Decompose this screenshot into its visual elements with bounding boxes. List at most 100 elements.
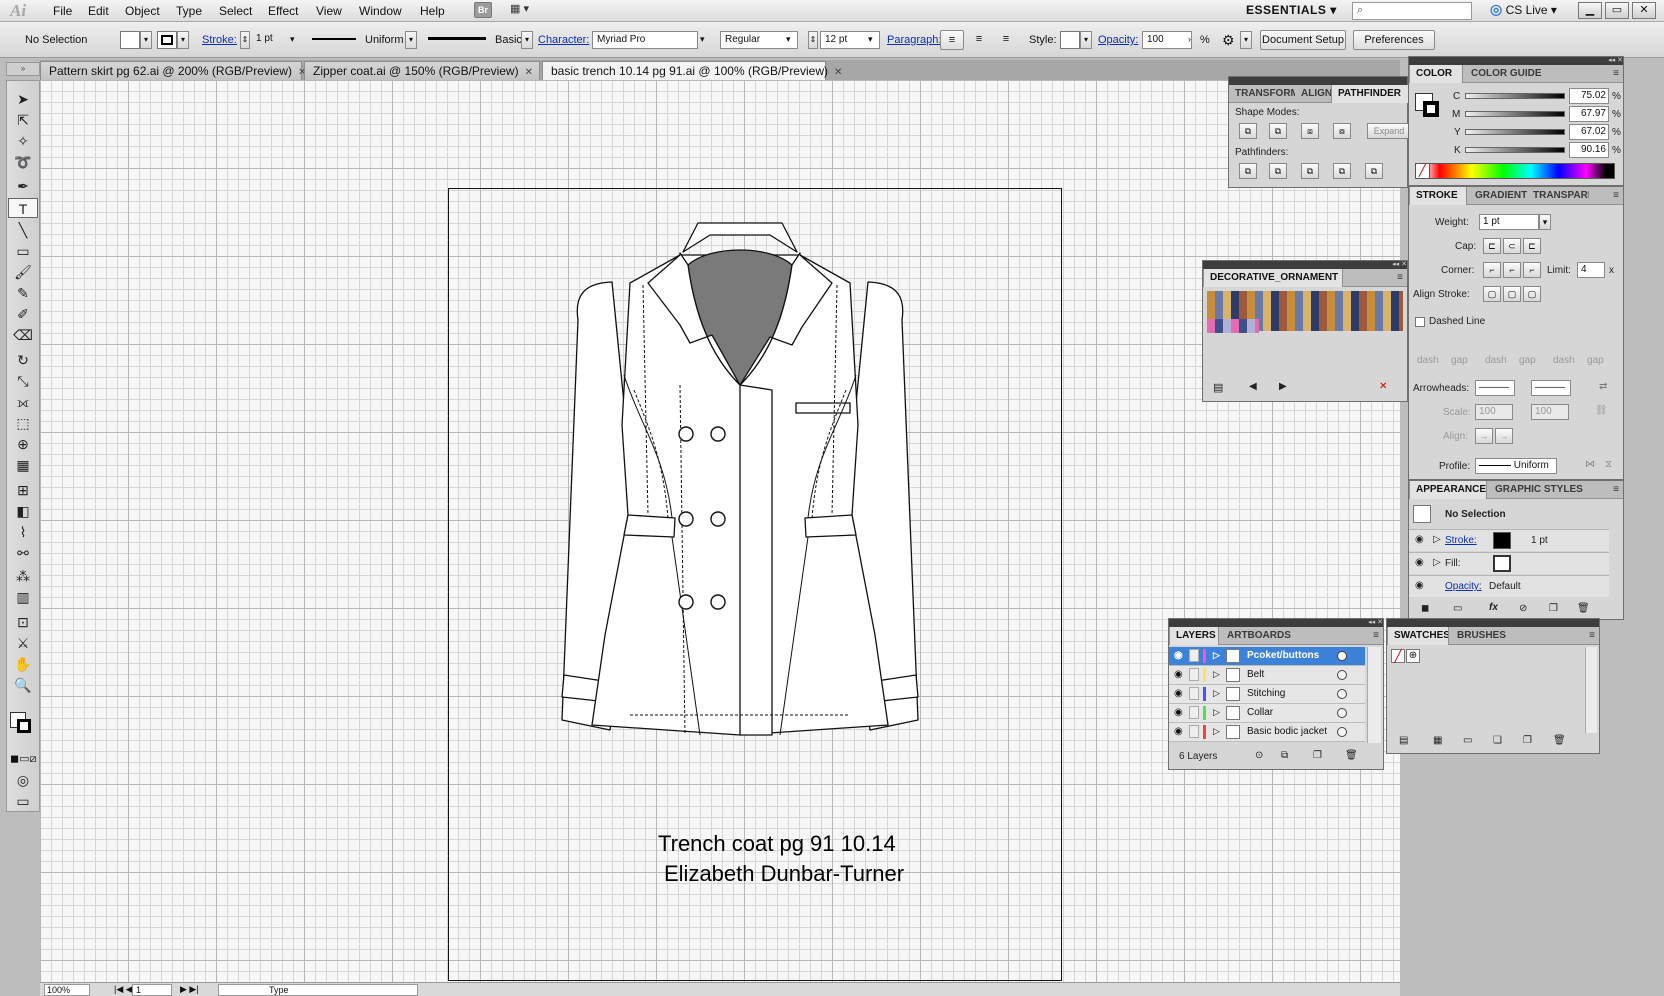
layer-row[interactable]: ◉ ▷ Pcoket/buttons bbox=[1169, 647, 1365, 666]
outline-button[interactable]: ⧉ bbox=[1365, 163, 1383, 179]
show-swatch-kinds-icon[interactable]: ▦ bbox=[1433, 735, 1442, 746]
profile-select[interactable]: Uniform bbox=[1475, 458, 1557, 474]
menu-window[interactable]: Window bbox=[359, 4, 402, 18]
link-scale-icon[interactable]: ⛓ bbox=[1595, 405, 1608, 416]
fill-color-swatch[interactable] bbox=[1493, 555, 1511, 572]
unite-button[interactable]: ⧉ bbox=[1239, 123, 1257, 139]
width-tool-icon[interactable]: ⟗ bbox=[8, 392, 38, 412]
layer-row[interactable]: ◉ ▷ Stitching bbox=[1169, 685, 1365, 704]
add-effect-icon[interactable]: fx bbox=[1489, 602, 1498, 613]
expand-triangle-icon[interactable]: ▷ bbox=[1213, 650, 1220, 661]
layer-row[interactable]: ◉ ▷ Basic bodic jacket bbox=[1169, 723, 1365, 742]
panel-menu-icon[interactable]: ≡ bbox=[1373, 630, 1379, 641]
opacity-panel-link[interactable]: Opacity: bbox=[1098, 34, 1138, 46]
layer-name[interactable]: Pcoket/buttons bbox=[1247, 650, 1319, 661]
chevron-right-icon[interactable]: › bbox=[1188, 34, 1191, 44]
none-color-icon[interactable]: ╱ bbox=[1416, 164, 1430, 178]
close-icon[interactable]: ✕ bbox=[834, 67, 842, 78]
trim-button[interactable]: ⧉ bbox=[1269, 163, 1287, 179]
artboard-navigation[interactable]: |◀ ◀ bbox=[114, 984, 133, 995]
channel-k-slider[interactable] bbox=[1465, 147, 1565, 153]
symbol-sprayer-tool-icon[interactable]: ⁂ bbox=[8, 566, 38, 586]
expand-triangle-icon[interactable]: ▷ bbox=[1433, 557, 1441, 568]
variable-width-profile[interactable]: Uniform bbox=[365, 34, 404, 46]
trash-icon[interactable]: 🗑 bbox=[1577, 603, 1590, 614]
shape-builder-tool-icon[interactable]: ⊕ bbox=[8, 434, 38, 454]
tab-gradient[interactable]: GRADIENT bbox=[1469, 187, 1527, 205]
perspective-grid-tool-icon[interactable]: ▦ bbox=[8, 455, 38, 475]
weight-dropdown[interactable]: ▾ bbox=[1539, 214, 1551, 230]
free-transform-tool-icon[interactable]: ⬚ bbox=[8, 413, 38, 433]
delete-swatch-icon[interactable]: ✕ bbox=[1379, 381, 1387, 392]
maximize-button[interactable]: ▭ bbox=[1605, 2, 1629, 19]
clear-appearance-icon[interactable]: ⊘ bbox=[1519, 603, 1527, 614]
bridge-button[interactable]: Br bbox=[474, 2, 492, 18]
visibility-eye-icon[interactable]: ◉ bbox=[1174, 669, 1183, 680]
close-button[interactable]: ✕ bbox=[1632, 2, 1656, 19]
round-cap-button[interactable]: ⊂ bbox=[1503, 238, 1521, 254]
screen-mode-icon[interactable]: ▭ bbox=[8, 791, 38, 811]
visibility-eye-icon[interactable]: ◉ bbox=[1174, 726, 1183, 737]
channel-m-field[interactable]: 67.97 bbox=[1569, 106, 1609, 122]
tab-graphic-styles[interactable]: GRAPHIC STYLES bbox=[1489, 481, 1589, 499]
pen-tool-icon[interactable]: ✒ bbox=[8, 176, 38, 196]
duplicate-item-icon[interactable]: ❐ bbox=[1549, 603, 1558, 614]
tab-layers[interactable]: LAYERS bbox=[1169, 627, 1219, 645]
lock-toggle[interactable] bbox=[1189, 649, 1199, 662]
exclude-button[interactable]: ⧇ bbox=[1333, 123, 1351, 139]
pencil-tool-icon[interactable]: ✎ bbox=[8, 283, 38, 303]
new-sublayer-icon[interactable]: ❐ bbox=[1313, 750, 1322, 761]
align-left-button[interactable]: ≡ bbox=[940, 30, 964, 50]
isolate-mask-icon[interactable]: ⚙ bbox=[1222, 32, 1235, 49]
artboard-tool-icon[interactable]: ⊡ bbox=[8, 612, 38, 632]
lasso-tool-icon[interactable]: ➰ bbox=[8, 152, 38, 172]
align-center-stroke-button[interactable]: ▢ bbox=[1483, 286, 1501, 302]
clipping-mask-icon[interactable]: ⧉ bbox=[1281, 750, 1288, 761]
swatch-library-icon[interactable]: ▤ bbox=[1399, 735, 1408, 746]
locate-object-icon[interactable]: ⊙ bbox=[1255, 750, 1263, 761]
trench-coat-drawing[interactable] bbox=[540, 215, 940, 780]
character-panel-link[interactable]: Character: bbox=[538, 34, 589, 46]
library-menu-icon[interactable]: ▤ bbox=[1213, 381, 1223, 394]
round-join-button[interactable]: ⌐ bbox=[1503, 262, 1521, 278]
appearance-stroke-row[interactable]: ◉ ▷ Stroke: 1 pt bbox=[1409, 529, 1609, 551]
font-family-field[interactable]: Myriad Pro bbox=[592, 31, 698, 49]
tab-pathfinder[interactable]: PATHFINDER bbox=[1331, 85, 1409, 103]
layer-name[interactable]: Belt bbox=[1247, 669, 1264, 680]
artboard-number-field[interactable]: 1 bbox=[132, 984, 172, 996]
direct-selection-tool-icon[interactable]: ⇱ bbox=[8, 110, 38, 130]
chevron-down-icon[interactable]: ▾ bbox=[786, 34, 791, 45]
hand-tool-icon[interactable]: ✋ bbox=[8, 654, 38, 674]
color-spectrum-bar[interactable] bbox=[1415, 163, 1615, 179]
channel-k-field[interactable]: 90.16 bbox=[1569, 142, 1609, 158]
selection-tool-icon[interactable]: ➤ bbox=[8, 89, 38, 109]
tab-basic-trench[interactable]: basic trench 10.14 pg 91.ai @ 100% (RGB/… bbox=[542, 61, 842, 80]
lock-toggle[interactable] bbox=[1189, 725, 1199, 738]
end-scale-field[interactable]: 100 bbox=[1531, 404, 1569, 420]
merge-button[interactable]: ⧉ bbox=[1301, 163, 1319, 179]
panel-menu-icon[interactable]: ≡ bbox=[1613, 484, 1619, 495]
profile-dropdown[interactable]: ▾ bbox=[405, 31, 417, 49]
chevron-down-icon[interactable]: ▾ bbox=[868, 34, 873, 45]
channel-c-slider[interactable] bbox=[1465, 93, 1565, 99]
layer-target-icon[interactable] bbox=[1337, 670, 1347, 680]
tab-color-guide[interactable]: COLOR GUIDE bbox=[1465, 65, 1549, 83]
brush-definition[interactable]: Basic bbox=[495, 34, 522, 46]
start-scale-field[interactable]: 100 bbox=[1475, 404, 1513, 420]
rotate-tool-icon[interactable]: ↻ bbox=[8, 350, 38, 370]
tab-color[interactable]: COLOR bbox=[1409, 65, 1463, 83]
channel-c-field[interactable]: 75.02 bbox=[1569, 88, 1609, 104]
stroke-color-dropdown[interactable]: ▾ bbox=[177, 31, 189, 49]
flip-across-icon[interactable]: ⧖ bbox=[1605, 459, 1612, 470]
none-swatch[interactable]: ╱ bbox=[1391, 649, 1405, 663]
minimize-button[interactable]: ▁ bbox=[1578, 2, 1602, 19]
layer-name[interactable]: Collar bbox=[1247, 707, 1273, 718]
projecting-cap-button[interactable]: ⊏ bbox=[1523, 238, 1541, 254]
menu-view[interactable]: View bbox=[316, 4, 342, 18]
miter-join-button[interactable]: ⌐ bbox=[1483, 262, 1501, 278]
lock-toggle[interactable] bbox=[1189, 687, 1199, 700]
menu-select[interactable]: Select bbox=[219, 4, 252, 18]
expand-triangle-icon[interactable]: ▷ bbox=[1433, 534, 1441, 545]
layer-name[interactable]: Stitching bbox=[1247, 688, 1285, 699]
expand-triangle-icon[interactable]: ▷ bbox=[1213, 669, 1220, 680]
